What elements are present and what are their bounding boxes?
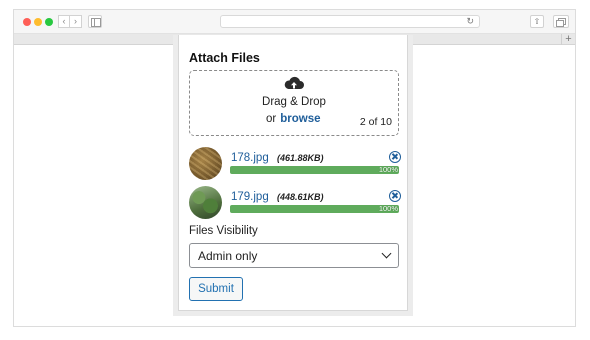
file-dropzone[interactable]: Drag & Drop or browse 2 of 10 xyxy=(189,70,399,136)
file-name-link[interactable]: 178.jpg xyxy=(231,152,269,164)
upload-progress-label: 100% xyxy=(378,166,398,174)
address-bar[interactable]: ↻ xyxy=(220,15,480,28)
upload-progress-fill xyxy=(230,166,399,174)
files-visibility-value: Admin only xyxy=(198,249,258,263)
submit-button[interactable]: Submit xyxy=(189,277,243,301)
file-item: 178.jpg (461.88KB) 100% xyxy=(189,147,401,180)
history-navigation: ‹ › xyxy=(58,15,82,28)
upload-progress-bar: 100% xyxy=(230,205,399,213)
upload-progress-fill xyxy=(230,205,399,213)
remove-file-icon[interactable] xyxy=(389,190,401,202)
new-tab-button[interactable]: + xyxy=(561,34,575,45)
file-thumbnail xyxy=(189,186,222,219)
or-text: or xyxy=(266,113,277,125)
upload-progress-label: 100% xyxy=(378,205,398,213)
form-title: Attach Files xyxy=(189,51,260,65)
sidebar-icon[interactable] xyxy=(88,15,102,28)
file-name-link[interactable]: 179.jpg xyxy=(231,191,269,203)
browse-line: or browse xyxy=(266,113,321,125)
reload-icon[interactable]: ↻ xyxy=(466,16,474,27)
close-window-button[interactable] xyxy=(23,18,31,26)
attach-files-form: Attach Files Drag & Drop or browse 2 of 1… xyxy=(178,35,408,311)
files-visibility-select[interactable]: Admin only xyxy=(189,243,399,268)
file-count: 2 of 10 xyxy=(359,116,392,128)
remove-file-icon[interactable] xyxy=(389,151,401,163)
minimize-window-button[interactable] xyxy=(34,18,42,26)
files-visibility-label: Files Visibility xyxy=(189,225,258,237)
browser-titlebar: ‹ › ↻ ⇧ xyxy=(14,10,575,34)
file-size: (461.88KB) xyxy=(277,153,324,163)
chevron-down-icon xyxy=(381,248,392,259)
file-size: (448.61KB) xyxy=(277,192,324,202)
file-item: 179.jpg (448.61KB) 100% xyxy=(189,186,401,219)
tabs-icon[interactable] xyxy=(553,15,569,28)
forward-button[interactable]: › xyxy=(70,15,82,28)
zoom-window-button[interactable] xyxy=(45,18,53,26)
cloud-upload-icon xyxy=(284,76,304,89)
drag-drop-text: Drag & Drop xyxy=(262,96,326,108)
file-thumbnail xyxy=(189,147,222,180)
share-icon[interactable]: ⇧ xyxy=(530,15,544,28)
browse-link[interactable]: browse xyxy=(280,113,320,125)
upload-progress-bar: 100% xyxy=(230,166,399,174)
back-button[interactable]: ‹ xyxy=(58,15,70,28)
